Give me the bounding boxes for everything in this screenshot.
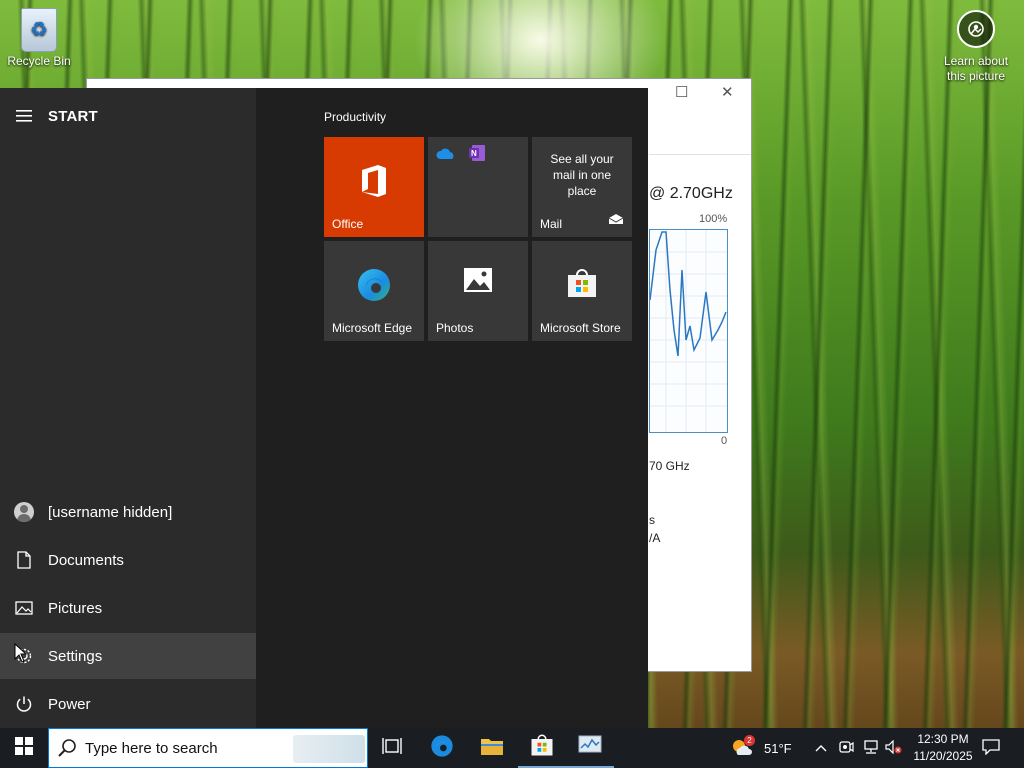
recycle-bin[interactable]: Recycle Bin — [6, 8, 72, 68]
camera-icon — [957, 10, 995, 48]
start-item-settings[interactable]: Settings — [0, 633, 256, 679]
settings-label: Settings — [48, 647, 103, 665]
onedrive-icon — [436, 147, 456, 165]
user-account-label: [username hidden] — [48, 503, 173, 521]
office-icon — [324, 163, 424, 199]
onenote-icon: N — [468, 144, 486, 167]
chevron-up-icon — [814, 741, 828, 756]
stat-partial-2: /A — [649, 531, 661, 545]
tile-photos[interactable]: Photos — [428, 241, 528, 341]
stat-partial-1: s — [649, 513, 655, 527]
speed-value: 70 GHz — [649, 459, 690, 473]
notification-icon — [982, 738, 1000, 758]
tile-group-title: Productivity — [324, 110, 387, 124]
weather-temperature: 51°F — [764, 740, 792, 756]
action-center-button[interactable] — [982, 728, 1000, 768]
weather-icon: 2 — [730, 735, 756, 759]
taskbar-edge[interactable] — [418, 728, 466, 768]
tile-photos-label: Photos — [436, 321, 474, 335]
search-icon — [49, 738, 85, 758]
task-view-icon — [382, 737, 402, 760]
clock-date: 11/20/2025 — [913, 749, 973, 763]
start-left-rail: START [username hidden] Documents Pictur… — [0, 88, 256, 728]
graph-max-label: 100% — [699, 213, 728, 225]
close-button[interactable]: ✕ — [721, 83, 734, 101]
user-avatar-icon — [0, 502, 48, 522]
mail-preview-text: See all your mail in one place — [550, 152, 614, 198]
pictures-label: Pictures — [48, 599, 103, 617]
taskbar-task-manager[interactable] — [566, 728, 614, 768]
power-icon — [0, 695, 48, 713]
hamburger-menu-icon[interactable] — [0, 110, 48, 122]
weather-widget[interactable]: 2 51°F — [730, 728, 792, 768]
mail-icon — [608, 212, 624, 230]
camera-tray-button[interactable] — [838, 728, 854, 768]
learn-label-line2: this picture — [946, 69, 1006, 83]
start-item-pictures[interactable]: Pictures — [0, 585, 256, 631]
recycle-bin-icon — [21, 8, 57, 52]
learn-about-picture[interactable]: Learn about this picture — [936, 10, 1016, 84]
power-label: Power — [48, 695, 91, 713]
task-manager-icon — [578, 735, 602, 760]
clock[interactable]: 12:30 PM 11/20/2025 — [904, 731, 982, 765]
start-menu: START [username hidden] Documents Pictur… — [0, 88, 648, 728]
learn-label-line1: Learn about — [943, 54, 1009, 68]
tile-edge[interactable]: Microsoft Edge — [324, 241, 424, 341]
documents-label: Documents — [48, 551, 124, 569]
pictures-icon — [0, 601, 48, 615]
edge-icon — [324, 267, 424, 303]
search-box[interactable]: Type here to search — [48, 728, 368, 768]
tile-onedrive-onenote[interactable]: N — [428, 137, 528, 237]
task-view-button[interactable] — [368, 728, 416, 768]
weather-badge: 2 — [744, 735, 755, 746]
svg-text:N: N — [471, 149, 477, 158]
volume-button[interactable] — [884, 728, 902, 768]
network-icon — [862, 739, 880, 757]
start-item-documents[interactable]: Documents — [0, 537, 256, 583]
tile-office[interactable]: Office — [324, 137, 424, 237]
windows-logo-icon — [15, 736, 33, 760]
window-divider — [649, 154, 751, 155]
tile-mail-label: Mail — [540, 217, 563, 231]
edge-icon — [430, 734, 454, 763]
photos-icon — [428, 267, 528, 293]
recycle-bin-label: Recycle Bin — [7, 54, 71, 68]
tile-edge-label: Microsoft Edge — [332, 321, 413, 335]
taskbar-file-explorer[interactable] — [468, 728, 516, 768]
tile-mail[interactable]: See all your mail in one place Mail — [532, 137, 632, 237]
volume-muted-icon — [884, 739, 902, 757]
tile-store-label: Microsoft Store — [540, 321, 621, 335]
graph-min-label: 0 — [721, 435, 728, 447]
taskbar: Type here to search 2 51°F 12:30 PM 11/2… — [0, 728, 1024, 768]
camera-tray-icon — [838, 740, 854, 757]
tile-office-label: Office — [332, 217, 364, 231]
start-item-power[interactable]: Power — [0, 681, 256, 727]
cpu-utilization-graph — [649, 229, 728, 433]
network-button[interactable] — [862, 728, 880, 768]
start-header: START — [0, 102, 98, 130]
document-icon — [0, 551, 48, 569]
cpu-speed-heading: @ 2.70GHz — [649, 185, 733, 202]
tile-store[interactable]: Microsoft Store — [532, 241, 632, 341]
taskbar-store[interactable] — [518, 728, 566, 768]
store-icon — [532, 267, 632, 299]
search-highlight-image — [293, 735, 365, 763]
search-placeholder: Type here to search — [85, 739, 218, 757]
maximize-button[interactable]: ☐ — [675, 83, 688, 101]
user-account-item[interactable]: [username hidden] — [0, 489, 256, 535]
show-hidden-icons-button[interactable] — [814, 728, 828, 768]
store-icon — [530, 733, 554, 762]
mouse-cursor — [14, 642, 28, 668]
folder-icon — [480, 736, 504, 761]
clock-time: 12:30 PM — [917, 732, 969, 746]
start-button[interactable] — [0, 728, 48, 768]
start-title: START — [48, 107, 98, 125]
